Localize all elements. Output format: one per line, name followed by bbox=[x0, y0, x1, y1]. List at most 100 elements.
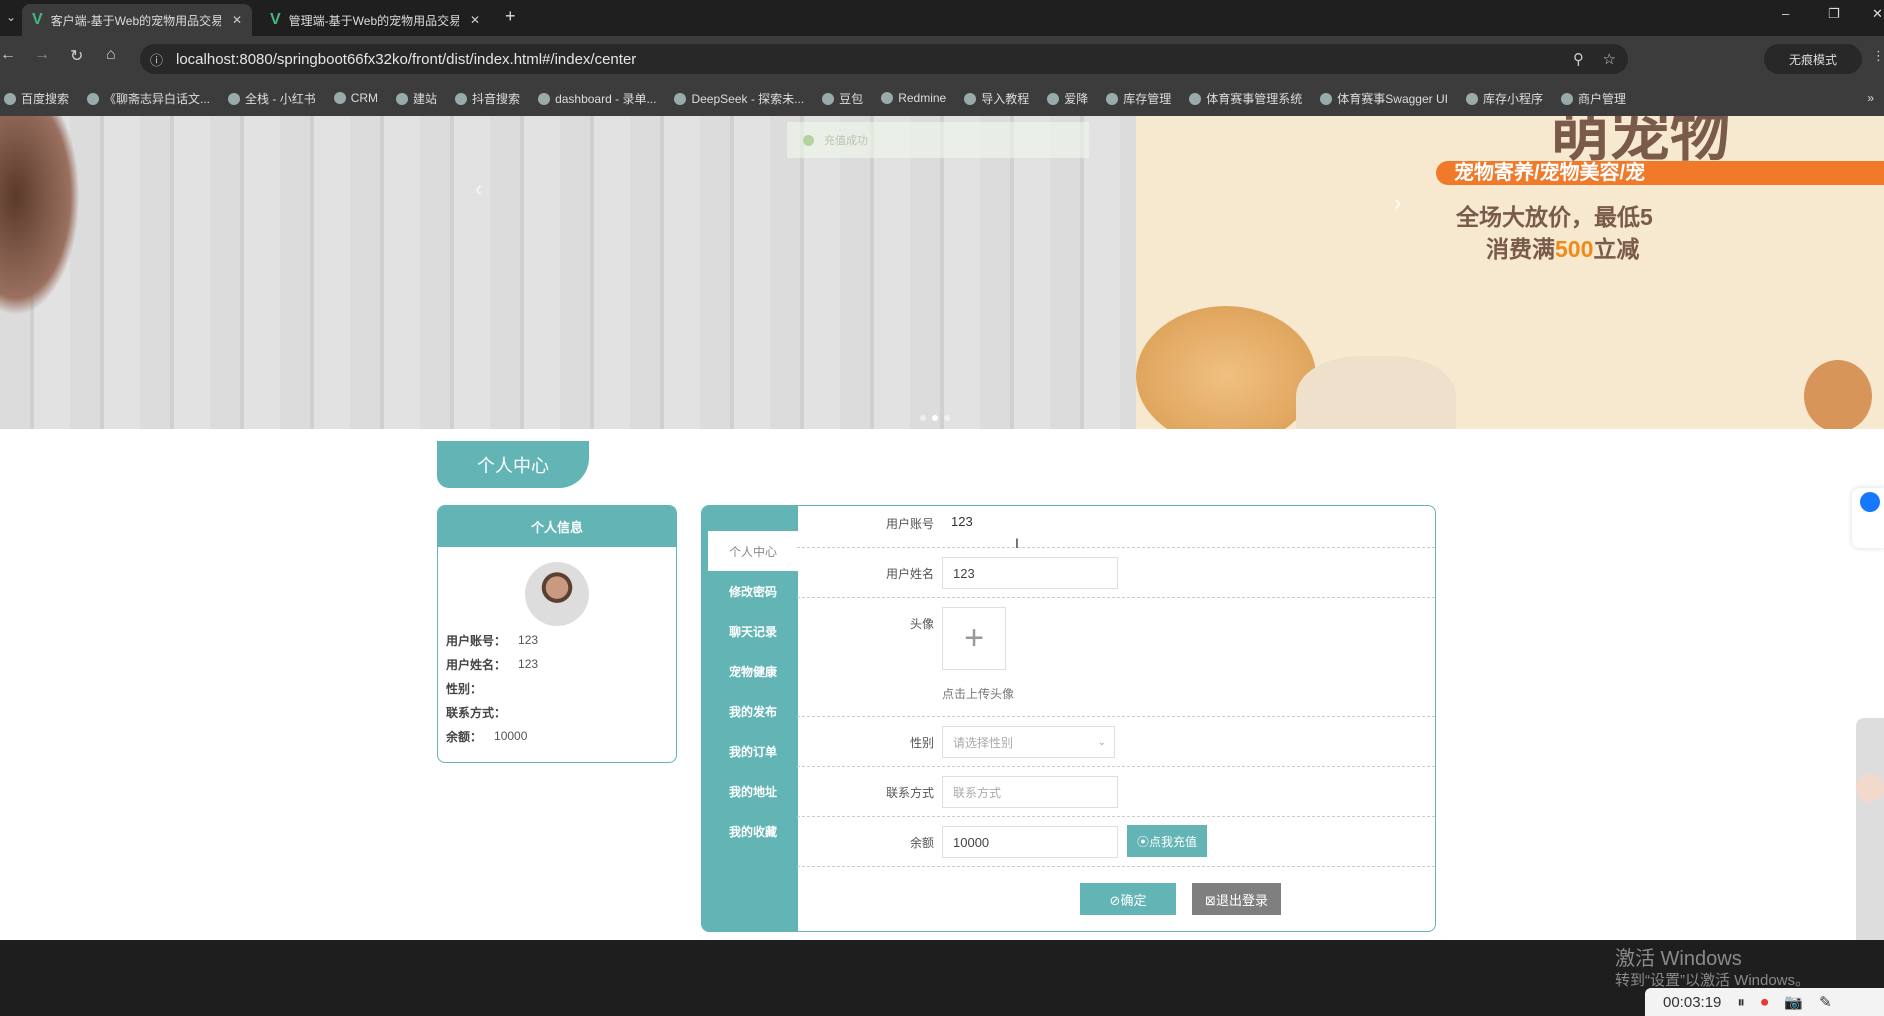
contact-input[interactable]: 联系方式 bbox=[942, 776, 1118, 808]
gender-select[interactable]: 请选择性别 ⌄ bbox=[942, 726, 1115, 758]
bookmark-item[interactable]: 库存小程序 bbox=[1465, 90, 1543, 107]
bookmark-favicon-icon bbox=[822, 92, 835, 105]
bookmark-item[interactable]: 爱降 bbox=[1047, 90, 1088, 107]
bookmark-item[interactable]: CRM bbox=[333, 91, 378, 105]
bookmark-favicon-icon bbox=[228, 92, 241, 105]
url-input[interactable]: ⓘ localhost:8080/springboot66fx32ko/front… bbox=[140, 44, 1628, 74]
info-field: 用户账号： 123 bbox=[446, 633, 539, 648]
plus-icon: + bbox=[964, 619, 984, 657]
tab-list-chevron-icon[interactable]: ⌄ bbox=[0, 6, 22, 28]
sidebar-item[interactable]: 修改密码 bbox=[708, 571, 798, 611]
account-value: 123 bbox=[951, 514, 973, 529]
bookmark-favicon-icon bbox=[1189, 92, 1202, 105]
activation-watermark-subtitle: 转到“设置”以激活 Windows。 bbox=[1615, 972, 1811, 989]
bookmark-favicon-icon bbox=[674, 92, 687, 105]
sidebar-item[interactable]: 我的订单 bbox=[708, 731, 798, 771]
tab-client[interactable]: V 客户端-基于Web的宠物用品交易 ✕ bbox=[22, 4, 252, 36]
contact-label: 联系方式 bbox=[885, 786, 934, 800]
banner-promo: 萌宠物 宠物寄养/宠物美容/宠 全场大放价，最低5 消费满500立减 › bbox=[1136, 116, 1884, 429]
bookmark-favicon-icon bbox=[4, 92, 16, 105]
page-title: 个人中心 bbox=[437, 441, 589, 488]
bookmark-favicon-icon bbox=[964, 92, 977, 105]
sidebar-item[interactable]: 聊天记录 bbox=[708, 611, 798, 651]
sidebar-item[interactable]: 我的收藏 bbox=[708, 811, 798, 851]
cat-photo bbox=[1296, 356, 1456, 429]
bookmark-item[interactable]: 《聊斋志异白话文... bbox=[87, 90, 210, 107]
bookmark-item[interactable]: 豆包 bbox=[822, 90, 863, 107]
bookmark-favicon-icon bbox=[1106, 92, 1119, 105]
carousel-dot[interactable] bbox=[920, 415, 926, 421]
screen-recorder-bar: 00:03:19 ⏸ ⏺ 📷 ✎ bbox=[1645, 988, 1884, 1016]
promo-line2: 消费满500立减 bbox=[1486, 236, 1640, 262]
pen-icon[interactable]: ✎ bbox=[1819, 993, 1832, 1011]
info-field: 联系方式： bbox=[446, 705, 507, 720]
taskbar-area bbox=[0, 940, 1884, 1016]
paw-decoration bbox=[1804, 360, 1872, 429]
recording-timer: 00:03:19 bbox=[1663, 993, 1722, 1011]
character-avatar-icon bbox=[1856, 774, 1884, 802]
home-icon[interactable]: ⌂ bbox=[106, 46, 116, 64]
name-input[interactable]: 123 bbox=[942, 557, 1118, 589]
bookmark-favicon-icon bbox=[1320, 92, 1333, 105]
recharge-button[interactable]: ⦿点我充值 bbox=[1127, 825, 1207, 857]
new-tab-button[interactable]: + bbox=[505, 6, 516, 27]
site-info-icon[interactable]: ⓘ bbox=[150, 50, 163, 69]
logout-button[interactable]: ⊠退出登录 bbox=[1192, 883, 1281, 915]
bookmark-favicon-icon bbox=[538, 92, 551, 105]
avatar bbox=[525, 562, 589, 626]
bookmark-item[interactable]: 库存管理 bbox=[1106, 90, 1171, 107]
minimize-button[interactable]: – bbox=[1782, 6, 1789, 21]
confirm-button[interactable]: ⊘确定 bbox=[1080, 883, 1176, 915]
bookmark-item[interactable]: DeepSeek - 探索未... bbox=[674, 90, 804, 107]
carousel-dot[interactable] bbox=[944, 415, 950, 421]
balance-input[interactable]: 10000 bbox=[942, 826, 1118, 858]
camera-icon[interactable]: 📷 bbox=[1784, 993, 1803, 1011]
bookmark-item[interactable]: 商户管理 bbox=[1561, 90, 1626, 107]
restore-button[interactable]: ❐ bbox=[1828, 6, 1840, 22]
bookmark-item[interactable]: 体育赛事管理系统 bbox=[1189, 90, 1302, 107]
bookmark-star-icon[interactable]: ☆ bbox=[1603, 50, 1616, 68]
tab-admin[interactable]: V 管理端-基于Web的宠物用品交易 ✕ bbox=[260, 4, 490, 36]
bookmark-item[interactable]: Redmine bbox=[881, 91, 946, 105]
reload-icon[interactable]: ↻ bbox=[70, 46, 83, 66]
bookmark-item[interactable]: 全栈 - 小红书 bbox=[228, 90, 316, 107]
close-window-button[interactable]: ✕ bbox=[1872, 6, 1883, 22]
sidebar-item[interactable]: 我的地址 bbox=[708, 771, 798, 811]
carousel-prev-icon[interactable]: ‹ bbox=[475, 176, 482, 202]
bookmark-item[interactable]: 体育赛事Swagger UI bbox=[1320, 90, 1448, 107]
bookmark-item[interactable]: 抖音搜索 bbox=[455, 90, 520, 107]
zoom-icon[interactable]: ⚲ bbox=[1573, 50, 1584, 68]
close-tab-icon[interactable]: ✕ bbox=[470, 13, 480, 27]
close-tab-icon[interactable]: ✕ bbox=[232, 13, 242, 27]
avatar-upload-button[interactable]: + bbox=[942, 607, 1006, 670]
incognito-badge[interactable]: 无痕模式 bbox=[1764, 44, 1862, 74]
carousel-dot[interactable] bbox=[932, 415, 938, 421]
bookmark-favicon-icon bbox=[881, 92, 894, 104]
bookmark-favicon-icon bbox=[455, 92, 468, 105]
bookmark-item[interactable]: 百度搜索 bbox=[4, 90, 69, 107]
bookmark-item[interactable]: 建站 bbox=[396, 90, 437, 107]
menu-icon[interactable]: ⋮ bbox=[1872, 48, 1884, 64]
more-bookmarks-icon[interactable]: » bbox=[1867, 91, 1874, 105]
sidebar-item[interactable]: 宠物健康 bbox=[708, 651, 798, 691]
stop-record-icon[interactable]: ⏺ bbox=[1761, 994, 1769, 1011]
carousel-next-icon[interactable]: › bbox=[1394, 190, 1401, 216]
info-fields: 用户账号： 123 用户姓名： 123 性别： 联系方式： 余额： 10000 bbox=[446, 628, 538, 748]
account-label: 用户账号 bbox=[885, 517, 934, 531]
pause-icon[interactable]: ⏸ bbox=[1737, 994, 1745, 1011]
floating-side-toolbar[interactable] bbox=[1856, 718, 1884, 948]
toast-message: 充值成功 bbox=[787, 122, 1089, 158]
vue-icon: V bbox=[32, 11, 43, 28]
avatar-upload-hint: 点击上传头像 bbox=[942, 687, 1015, 701]
sidebar-item[interactable]: 我的发布 bbox=[708, 691, 798, 731]
bookmark-item[interactable]: dashboard - 录单... bbox=[538, 90, 656, 107]
sidebar-item[interactable]: 个人中心 bbox=[708, 531, 798, 571]
banner-slide-image: ‹ 充值成功 bbox=[0, 116, 1136, 429]
bookmark-favicon-icon bbox=[333, 92, 346, 104]
forward-icon[interactable]: → bbox=[34, 46, 50, 64]
back-icon[interactable]: ← bbox=[0, 46, 16, 64]
dog-photo bbox=[0, 116, 80, 316]
avatar-label: 头像 bbox=[909, 617, 934, 631]
floating-assistant-widget[interactable] bbox=[1852, 488, 1884, 548]
bookmark-item[interactable]: 导入教程 bbox=[964, 90, 1029, 107]
